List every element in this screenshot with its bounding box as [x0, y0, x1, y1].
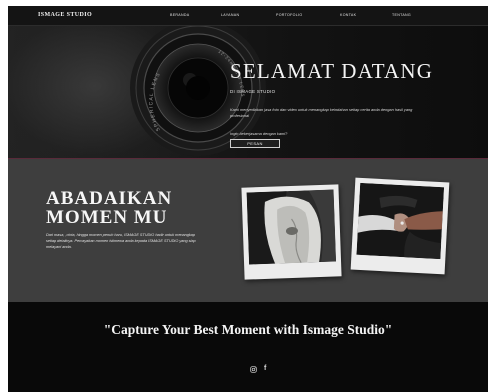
- hero-cta-text: Ingin bekerjasama dengan kami?: [230, 131, 288, 136]
- hero-title: SELAMAT DATANG: [230, 59, 434, 83]
- moment-title: ABADAIKAN MOMEN MU: [46, 188, 173, 228]
- footer-quote: "Capture Your Best Moment with Ismage St…: [103, 322, 393, 337]
- footer-section: "Capture Your Best Moment with Ismage St…: [8, 302, 488, 392]
- nav-link-beranda[interactable]: BERANDA: [170, 13, 189, 17]
- nav-link-tentang[interactable]: TENTANG: [392, 13, 411, 17]
- facebook-icon[interactable]: f: [264, 365, 266, 372]
- moment-description: Dari masa, ,cinta, hingga momen penuh ha…: [46, 233, 196, 249]
- nav-link-kontak[interactable]: KONTAK: [340, 13, 356, 17]
- hero-subtitle: DI ISMAGE STUDIO: [230, 89, 276, 94]
- brand-logo[interactable]: ISMAGE STUDIO: [38, 12, 92, 18]
- holding-hands-image: [356, 182, 445, 260]
- top-navbar: ISMAGE STUDIO BERANDA LAYANAN PORTOFOLIO…: [8, 6, 488, 26]
- instagram-icon[interactable]: [250, 366, 257, 375]
- polaroid-photo-bride: [241, 184, 342, 280]
- landing-page: ISMAGE STUDIO BERANDA LAYANAN PORTOFOLIO…: [8, 6, 488, 392]
- bride-veil-image: [246, 189, 337, 265]
- nav-link-layanan[interactable]: LAYANAN: [221, 13, 239, 17]
- hero-description: Kami menyediakan jasa foto dan video unt…: [230, 107, 413, 118]
- pesan-button[interactable]: PESAN: [230, 139, 280, 148]
- hero-section: SPHERICAL LENS 12-24mm 1:4 LENS SELAMAT …: [8, 26, 488, 159]
- nav-link-portofolio[interactable]: PORTOFOLIO: [276, 13, 302, 17]
- polaroid-photo-hands: [350, 177, 450, 275]
